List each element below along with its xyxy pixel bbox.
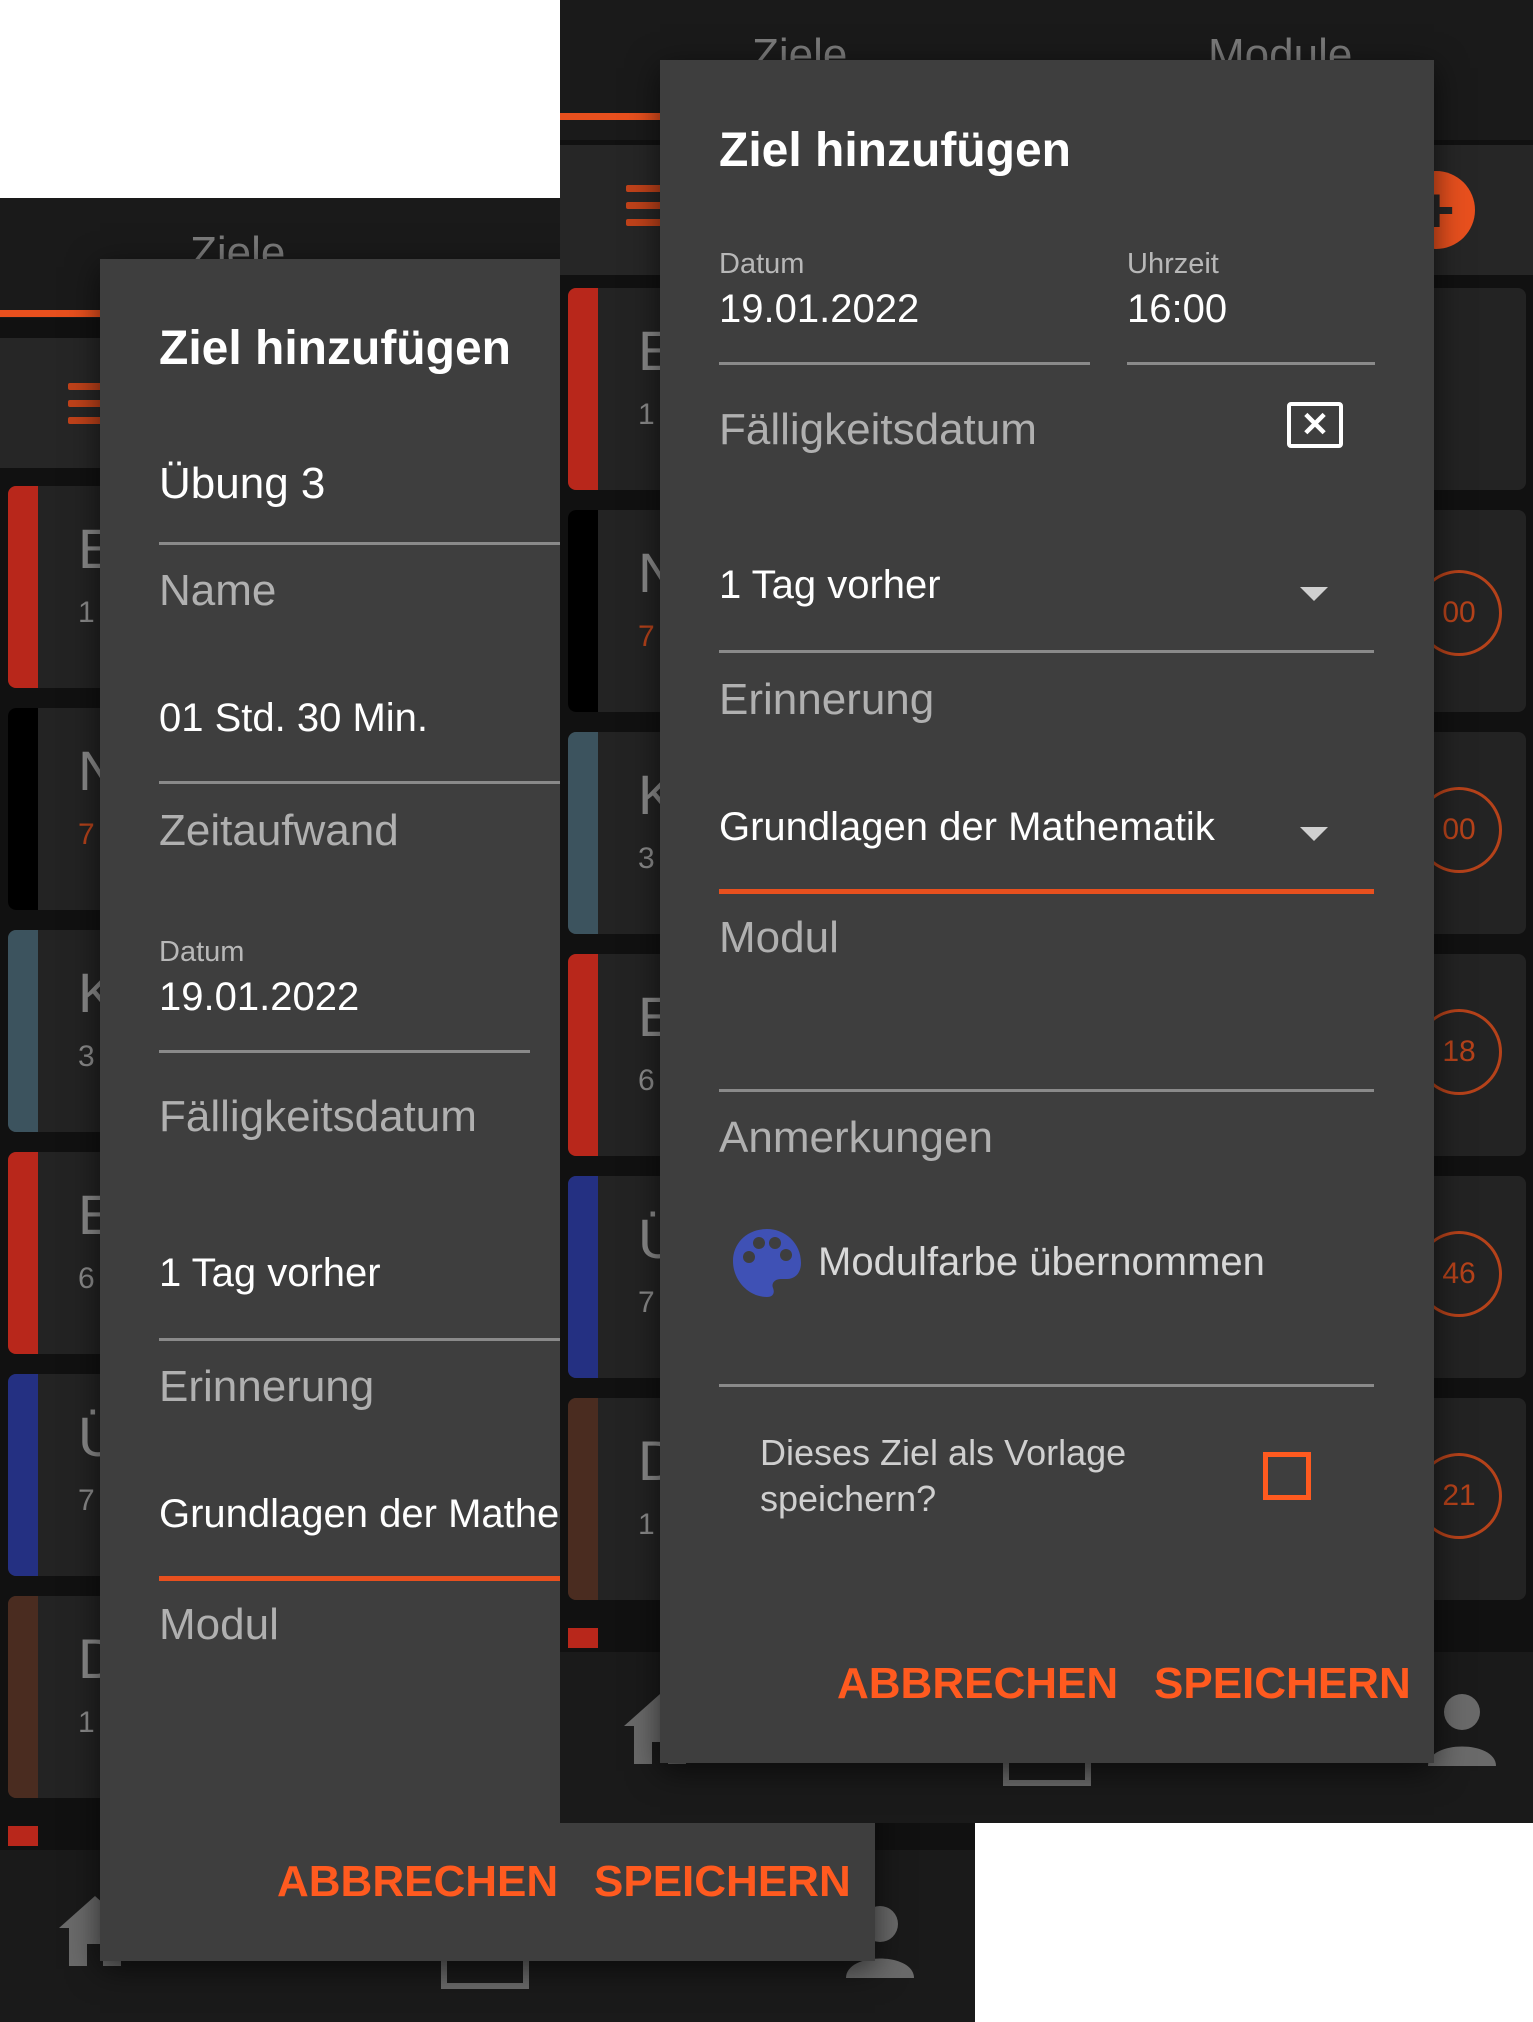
card-subtitle: 1	[78, 1706, 95, 1739]
save-button[interactable]: SPEICHERN	[1154, 1659, 1411, 1709]
card-color-bar	[8, 708, 38, 910]
card-subtitle: 3	[78, 1040, 95, 1073]
card-subtitle: 6	[638, 1064, 655, 1097]
card-color-bar	[568, 954, 598, 1156]
card-color-bar	[568, 510, 598, 712]
card-subtitle: 1	[78, 596, 95, 629]
module-underline	[719, 889, 1374, 894]
card-color-bar	[568, 288, 598, 490]
chevron-down-icon[interactable]	[1300, 827, 1328, 841]
clear-due-date-icon[interactable]: ✕	[1287, 402, 1343, 448]
effort-label: Zeitaufwand	[159, 806, 399, 855]
date-underline	[159, 1050, 530, 1053]
reminder-label: Erinnerung	[719, 675, 935, 724]
cancel-button[interactable]: ABBRECHEN	[837, 1659, 1118, 1709]
card-subtitle: 7	[78, 818, 95, 851]
add-goal-dialog: Ziel hinzufügen Datum 19.01.2022 Uhrzeit…	[660, 60, 1434, 1763]
palette-icon[interactable]	[729, 1225, 805, 1301]
module-label: Modul	[159, 1600, 279, 1649]
card-subtitle: 3	[638, 842, 655, 875]
due-date-label: Fälligkeitsdatum	[159, 1092, 477, 1141]
color-underline	[719, 1384, 1374, 1387]
dialog-title: Ziel hinzufügen	[159, 322, 511, 375]
date-label: Datum	[719, 248, 805, 280]
card-color-bar	[8, 1374, 38, 1576]
time-underline	[1127, 362, 1375, 365]
name-label: Name	[159, 566, 277, 615]
dialog-title: Ziel hinzufügen	[719, 124, 1071, 177]
card-subtitle: 7	[638, 620, 655, 653]
date-input[interactable]: 19.01.2022	[719, 287, 919, 332]
chevron-down-icon[interactable]	[1300, 587, 1328, 601]
tab-indicator	[0, 310, 110, 317]
name-input[interactable]: Übung 3	[159, 459, 325, 509]
reminder-label: Erinnerung	[159, 1362, 375, 1411]
reminder-select[interactable]: 1 Tag vorher	[719, 563, 941, 608]
module-label: Modul	[719, 913, 839, 962]
effort-input[interactable]: 01 Std. 30 Min.	[159, 696, 428, 741]
cancel-button[interactable]: ABBRECHEN	[277, 1857, 558, 1907]
card-color-bar	[568, 1176, 598, 1378]
save-button[interactable]: SPEICHERN	[594, 1857, 851, 1907]
card-color-bar	[8, 1152, 38, 1354]
reminder-select[interactable]: 1 Tag vorher	[159, 1251, 381, 1296]
card-subtitle: 6	[78, 1262, 95, 1295]
card-subtitle: 7	[78, 1484, 95, 1517]
card-color-bar	[8, 1596, 38, 1798]
module-color-text: Modulfarbe übernommen	[818, 1240, 1265, 1284]
save-template-checkbox[interactable]	[1263, 1452, 1311, 1500]
card-color-bar	[8, 486, 38, 688]
date-underline	[719, 362, 1090, 365]
profile-icon[interactable]	[1422, 1688, 1502, 1768]
time-label: Uhrzeit	[1127, 248, 1219, 280]
card-color-bar	[568, 1628, 598, 1648]
card-subtitle: 1	[638, 398, 655, 431]
card-subtitle: 7	[638, 1286, 655, 1319]
card-color-bar	[568, 1398, 598, 1600]
reminder-underline	[719, 650, 1374, 653]
card-subtitle: 1	[638, 1508, 655, 1541]
tab-indicator	[560, 113, 670, 120]
notes-label[interactable]: Anmerkungen	[719, 1113, 993, 1163]
date-input[interactable]: 19.01.2022	[159, 975, 359, 1020]
card-color-bar	[568, 732, 598, 934]
notes-underline	[719, 1089, 1374, 1092]
due-date-label: Fälligkeitsdatum	[719, 405, 1037, 454]
card-color-bar	[8, 1826, 38, 1846]
module-select[interactable]: Grundlagen der Mathematik	[719, 805, 1215, 850]
card-color-bar	[8, 930, 38, 1132]
save-template-label: Dieses Ziel als Vorlage speichern?	[760, 1432, 1127, 1519]
date-label: Datum	[159, 936, 245, 968]
time-input[interactable]: 16:00	[1127, 287, 1227, 332]
